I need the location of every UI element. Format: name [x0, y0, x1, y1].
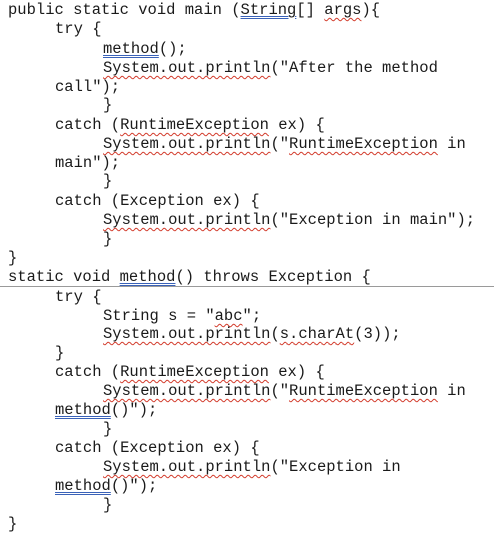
- code-line-26: method()");: [55, 477, 157, 496]
- code-text: ();: [158, 40, 187, 58]
- spelling-flagged-word: RuntimeException: [289, 135, 438, 153]
- code-text: ("Exception in main");: [270, 211, 476, 229]
- code-text: () throws Exception {: [175, 268, 371, 286]
- code-text: ex) {: [268, 363, 325, 381]
- code-text: try {: [55, 20, 102, 38]
- code-line-19: }: [55, 344, 64, 363]
- code-line-13: }: [103, 230, 112, 249]
- grammar-flagged-word: String: [240, 1, 297, 19]
- code-line-4: System.out.println("After the method: [103, 59, 438, 78]
- spelling-flagged-word: System.out.println: [103, 325, 271, 343]
- spelling-flagged-word: System.out.println: [103, 458, 271, 476]
- code-text: (: [270, 325, 280, 343]
- spelling-flagged-word: System.out.println: [103, 135, 271, 153]
- spelling-flagged-word: RuntimeException: [289, 382, 438, 400]
- code-text: }: [103, 496, 113, 514]
- code-line-8: System.out.println("RuntimeException in: [103, 135, 466, 154]
- code-text: catch (: [55, 116, 121, 134]
- code-line-14: }: [8, 249, 17, 268]
- code-text: }: [103, 96, 113, 114]
- code-line-27: }: [103, 496, 112, 515]
- spelling-flagged-word: args: [324, 1, 362, 19]
- code-line-5: call");: [55, 78, 120, 97]
- code-line-12: System.out.println("Exception in main");: [103, 211, 475, 230]
- code-document: public static void main (String[] args){…: [0, 0, 494, 535]
- spelling-flagged-word: abc: [214, 307, 243, 325]
- code-line-15: static void method() throws Exception {: [8, 268, 371, 287]
- code-line-22: method()");: [55, 401, 157, 420]
- code-text: }: [8, 249, 18, 267]
- code-text: }: [8, 515, 18, 533]
- code-text: main");: [55, 154, 121, 172]
- code-text: ()");: [110, 401, 158, 419]
- code-line-7: catch (RuntimeException ex) {: [55, 116, 325, 135]
- code-text: }: [103, 420, 113, 438]
- code-text: call");: [55, 78, 121, 96]
- code-text: ("Exception in: [270, 458, 401, 476]
- code-text: []: [296, 1, 325, 19]
- code-text: ";: [242, 307, 262, 325]
- code-text: ()");: [110, 477, 158, 495]
- code-line-9: main");: [55, 154, 120, 173]
- code-text: (3));: [354, 325, 401, 343]
- code-text: static void: [8, 268, 120, 286]
- section-divider: [0, 286, 494, 287]
- code-line-21: System.out.println("RuntimeException in: [103, 382, 466, 401]
- code-line-11: catch (Exception ex) {: [55, 192, 260, 211]
- code-text: public static void main (: [8, 1, 241, 19]
- code-text: in: [437, 382, 466, 400]
- code-text: try {: [55, 288, 102, 306]
- code-line-28: }: [8, 515, 17, 534]
- grammar-flagged-word: method: [103, 40, 159, 58]
- code-line-25: System.out.println("Exception in: [103, 458, 401, 477]
- code-text: ex) {: [268, 116, 325, 134]
- code-text: ){: [361, 1, 381, 19]
- code-text: String s = ": [103, 307, 215, 325]
- code-line-2: try {: [55, 20, 102, 39]
- spelling-flagged-word: System.out.println: [103, 382, 271, 400]
- grammar-flagged-word: method: [55, 477, 111, 495]
- code-line-6: }: [103, 96, 112, 115]
- spelling-flagged-word: RuntimeException: [120, 363, 269, 381]
- code-text: catch (: [55, 363, 121, 381]
- code-text: (": [270, 382, 290, 400]
- code-line-17: String s = "abc";: [103, 307, 261, 326]
- code-line-1: public static void main (String[] args){: [8, 1, 380, 20]
- code-line-3: method();: [103, 40, 187, 59]
- spelling-flagged-word: s.charAt: [279, 325, 355, 343]
- code-text: }: [55, 344, 65, 362]
- spelling-flagged-word: System.out.println: [103, 59, 271, 77]
- code-text: catch (Exception ex) {: [55, 192, 260, 210]
- code-line-18: System.out.println(s.charAt(3));: [103, 325, 401, 344]
- code-line-16: try {: [55, 288, 102, 307]
- code-text: catch (Exception ex) {: [55, 439, 260, 457]
- code-text: }: [103, 230, 113, 248]
- code-text: }: [103, 172, 113, 190]
- code-text: (": [270, 135, 290, 153]
- code-text: ("After the method: [270, 59, 438, 77]
- grammar-flagged-word: method: [55, 401, 111, 419]
- grammar-flagged-word: method: [119, 268, 176, 286]
- code-text: in: [437, 135, 466, 153]
- spelling-flagged-word: RuntimeException: [120, 116, 269, 134]
- code-line-20: catch (RuntimeException ex) {: [55, 363, 325, 382]
- code-line-24: catch (Exception ex) {: [55, 439, 260, 458]
- code-line-23: }: [103, 420, 112, 439]
- spelling-flagged-word: System.out.println: [103, 211, 271, 229]
- code-line-10: }: [103, 172, 112, 191]
